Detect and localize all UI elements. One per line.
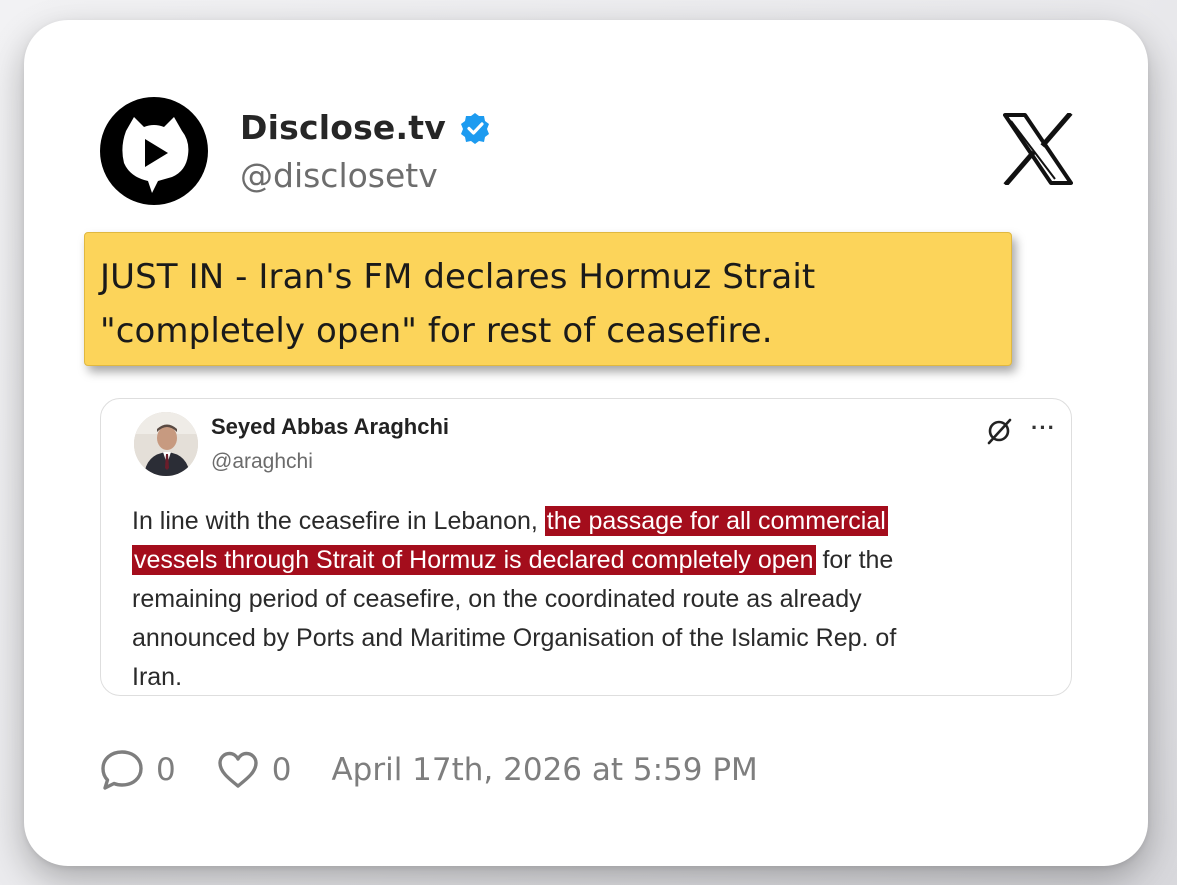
quoted-post[interactable]: Seyed Abbas Araghchi @araghchi ··· In li…	[100, 398, 1072, 696]
person-avatar-icon	[134, 412, 198, 476]
verified-badge-icon	[460, 112, 489, 144]
headline-line-1: JUST IN - Iran's FM declares Hormuz Stra…	[100, 257, 816, 297]
quoted-author-handle[interactable]: @araghchi	[211, 450, 313, 474]
quoted-line-3: remaining period of ceasefire, on the co…	[132, 585, 862, 613]
highlighted-text: the passage for all commercial	[544, 506, 888, 536]
headline-line-2: "completely open" for rest of ceasefire.	[100, 311, 773, 351]
quoted-author-name[interactable]: Seyed Abbas Araghchi	[211, 414, 449, 440]
post-footer: 0 0 April 17th, 2026 at 5:59 PM	[100, 748, 758, 792]
post-timestamp: April 17th, 2026 at 5:59 PM	[331, 752, 758, 788]
quoted-line-1: In line with the ceasefire in Lebanon, t…	[132, 506, 888, 536]
grok-icon[interactable]	[985, 417, 1013, 445]
author-name[interactable]: Disclose.tv	[240, 108, 446, 147]
quoted-author-avatar[interactable]	[134, 412, 198, 476]
reply-count: 0	[156, 752, 176, 788]
x-logo-icon[interactable]	[1003, 113, 1073, 185]
quoted-line-5: Iran.	[132, 663, 183, 691]
quoted-text: In line with the ceasefire in Lebanon,	[132, 507, 545, 535]
quoted-line-2: vessels through Strait of Hormuz is decl…	[132, 545, 894, 575]
quoted-text: for the	[815, 546, 894, 574]
headline-banner: JUST IN - Iran's FM declares Hormuz Stra…	[84, 232, 1012, 366]
heart-icon	[218, 751, 258, 788]
reply-button[interactable]: 0	[100, 748, 176, 792]
like-button[interactable]: 0	[216, 748, 292, 792]
like-count: 0	[271, 752, 292, 788]
author-handle[interactable]: @disclosetv	[240, 156, 438, 195]
highlighted-text: vessels through Strait of Hormuz is decl…	[132, 545, 816, 575]
reply-icon	[101, 750, 143, 790]
author-name-row: Disclose.tv	[240, 108, 492, 147]
author-avatar-icon[interactable]	[100, 97, 208, 205]
more-options-icon[interactable]: ···	[1031, 415, 1056, 441]
quoted-line-4: announced by Ports and Maritime Organisa…	[132, 624, 897, 652]
